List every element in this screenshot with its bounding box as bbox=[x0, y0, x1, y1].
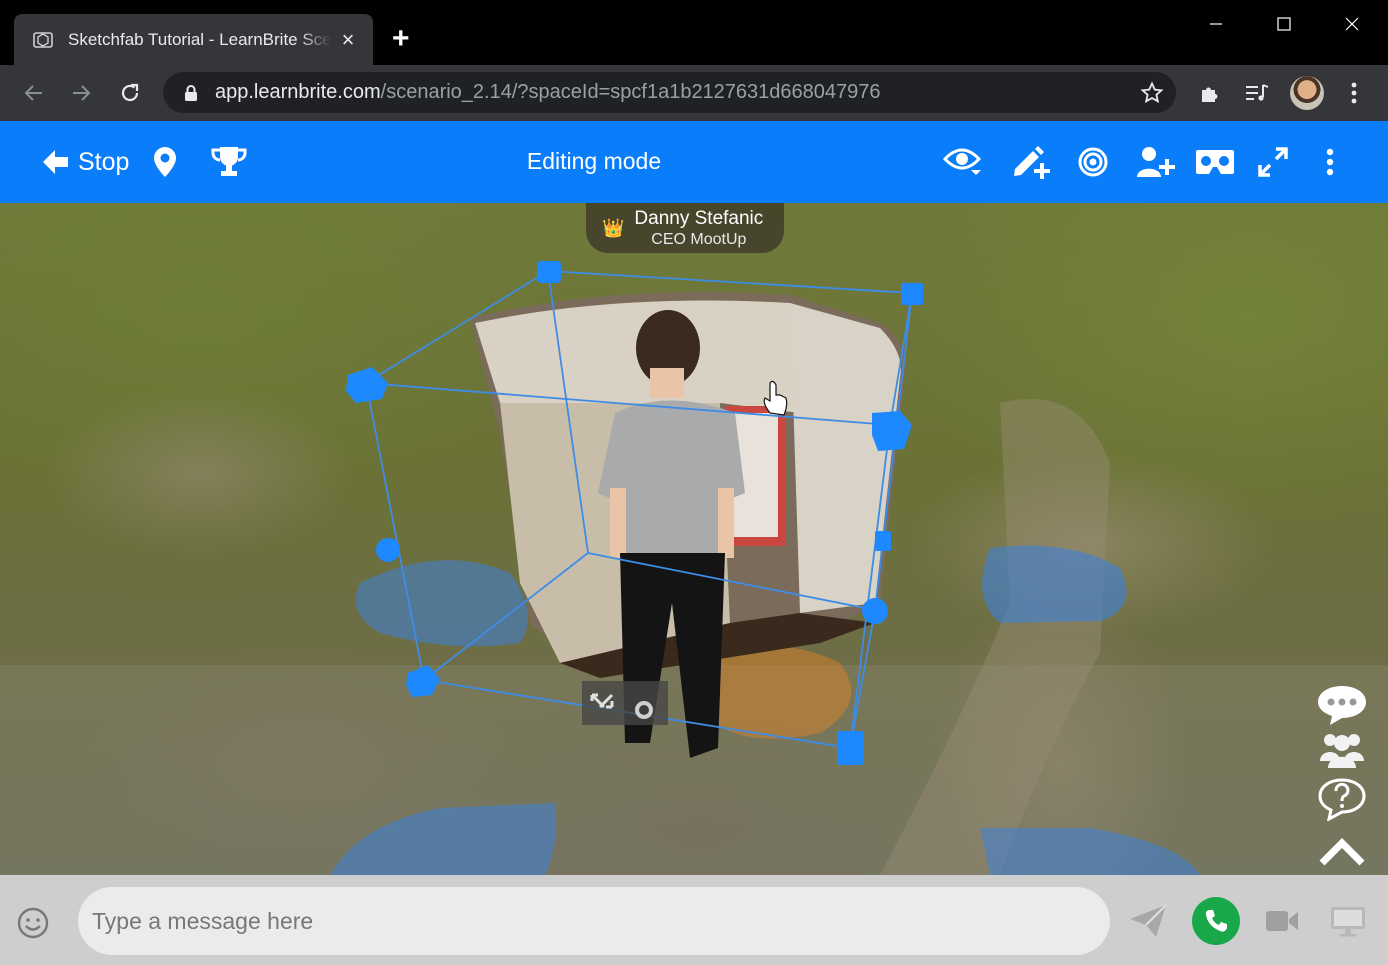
emoji-button[interactable] bbox=[16, 906, 50, 940]
target-button[interactable] bbox=[1077, 142, 1109, 182]
participants-button[interactable] bbox=[1314, 727, 1370, 771]
url-path: /scenario_2.14/?spaceId=spcf1a1b2127631d… bbox=[380, 81, 881, 103]
address-bar[interactable]: app.learnbrite.com/scenario_2.14/?spaceI… bbox=[163, 72, 1176, 113]
tab-title: Sketchfab Tutorial - LearnBrite Scenario bbox=[68, 29, 331, 49]
browser-tab-active[interactable]: Sketchfab Tutorial - LearnBrite Scenario… bbox=[14, 14, 373, 65]
avatar-name: Danny Stefanic bbox=[634, 207, 764, 229]
people-group-icon bbox=[1320, 734, 1364, 768]
browser-toolbar: app.learnbrite.com/scenario_2.14/?spaceI… bbox=[0, 65, 1388, 121]
fullscreen-button[interactable] bbox=[1257, 142, 1289, 182]
app-header: Stop Editing mode bbox=[0, 121, 1388, 203]
video-camera-icon bbox=[1266, 911, 1298, 931]
send-button[interactable] bbox=[1128, 899, 1168, 943]
chevron-up-icon bbox=[1319, 838, 1365, 866]
page-title: Editing mode bbox=[526, 148, 662, 174]
profile-avatar[interactable] bbox=[1290, 76, 1324, 110]
target-icon bbox=[1078, 147, 1108, 177]
avatar-subtitle: CEO MootUp bbox=[651, 230, 747, 248]
phone-icon bbox=[1205, 910, 1227, 932]
url-host: app.learnbrite.com bbox=[215, 81, 381, 103]
sketchfab-cube-icon bbox=[32, 29, 54, 51]
close-window-icon[interactable] bbox=[1334, 10, 1370, 38]
expand-icon bbox=[1258, 147, 1288, 177]
add-user-icon bbox=[1137, 147, 1175, 177]
add-object-button[interactable] bbox=[1011, 142, 1051, 182]
pencil-plus-icon bbox=[1014, 146, 1050, 179]
browser-menu-kebab-icon[interactable] bbox=[1339, 78, 1369, 108]
voice-call-button[interactable] bbox=[1192, 897, 1240, 945]
help-button[interactable] bbox=[1314, 777, 1370, 821]
eye-dropdown-icon bbox=[943, 148, 982, 175]
app-menu-button[interactable] bbox=[1326, 142, 1334, 182]
invite-user-button[interactable] bbox=[1135, 142, 1175, 182]
back-arrow-icon[interactable] bbox=[19, 78, 49, 108]
minimize-icon[interactable] bbox=[1198, 10, 1234, 38]
vr-headset-icon bbox=[1196, 150, 1234, 174]
visibility-button[interactable] bbox=[943, 142, 983, 182]
crown-icon: 👑 bbox=[602, 217, 625, 238]
floor-marker[interactable] bbox=[330, 803, 557, 875]
reload-icon[interactable] bbox=[115, 78, 145, 108]
extensions-puzzle-icon[interactable] bbox=[1195, 78, 1225, 108]
kebab-menu-icon bbox=[1326, 148, 1334, 176]
tab-strip: Sketchfab Tutorial - LearnBrite Scenario… bbox=[0, 0, 1388, 65]
collapse-panel-button[interactable] bbox=[1314, 829, 1370, 873]
smiley-icon bbox=[17, 907, 49, 939]
scene-graphics bbox=[330, 261, 1200, 875]
3d-viewport[interactable]: 👑 Danny Stefanic CEO MootUp bbox=[0, 203, 1388, 875]
avatar-nametag: 👑 Danny Stefanic CEO MootUp bbox=[586, 203, 784, 253]
chat-bubble-button[interactable] bbox=[1314, 683, 1370, 727]
floor-marker[interactable] bbox=[980, 828, 1200, 875]
video-call-button[interactable] bbox=[1264, 899, 1300, 943]
new-tab-button[interactable]: + bbox=[392, 24, 410, 54]
object-gizmo[interactable] bbox=[582, 681, 668, 725]
maximize-icon[interactable] bbox=[1266, 10, 1302, 38]
screen-share-button[interactable] bbox=[1328, 899, 1368, 943]
chat-bubble-icon bbox=[1318, 686, 1366, 725]
lock-icon bbox=[181, 83, 201, 103]
forward-arrow-icon[interactable] bbox=[66, 78, 96, 108]
bookmark-star-icon[interactable] bbox=[1140, 81, 1164, 105]
vr-mode-button[interactable] bbox=[1195, 142, 1235, 182]
monitor-icon bbox=[1331, 907, 1365, 937]
chat-bar bbox=[0, 875, 1388, 965]
send-plane-icon bbox=[1130, 904, 1167, 937]
browser-window: Sketchfab Tutorial - LearnBrite Scenario… bbox=[0, 0, 1388, 965]
tab-close-icon[interactable]: × bbox=[337, 28, 359, 51]
floor-marker[interactable] bbox=[355, 560, 529, 647]
url-text: app.learnbrite.com/scenario_2.14/?spaceI… bbox=[215, 81, 881, 104]
media-queue-icon[interactable] bbox=[1242, 78, 1272, 108]
help-question-icon bbox=[1318, 778, 1366, 821]
chat-message-input[interactable] bbox=[78, 887, 1110, 955]
